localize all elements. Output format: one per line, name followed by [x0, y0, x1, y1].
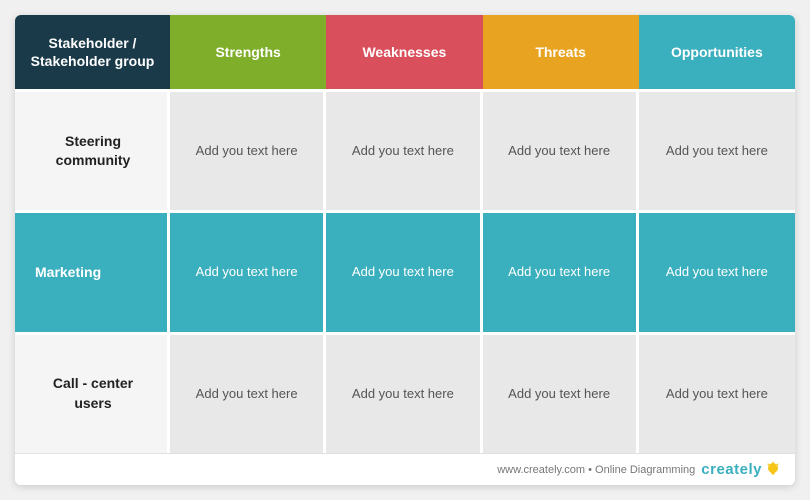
brand-logo: creately	[701, 461, 762, 478]
cell-marketing-weaknesses[interactable]: Add you text here	[326, 213, 482, 331]
cell-marketing-strengths[interactable]: Add you text here	[170, 213, 326, 331]
footer-tagline: www.creately.com • Online Diagramming	[497, 464, 695, 476]
row-label-marketing: Marketing	[15, 213, 170, 331]
data-rows: Steering community Add you text here Add…	[15, 89, 795, 453]
row-steering: Steering community Add you text here Add…	[15, 89, 795, 210]
footer: www.creately.com • Online Diagramming cr…	[15, 453, 795, 485]
cell-marketing-threats[interactable]: Add you text here	[483, 213, 639, 331]
header-row: Stakeholder / Stakeholder group Strength…	[15, 15, 795, 89]
header-opportunities: Opportunities	[639, 15, 795, 89]
row-marketing: Marketing Add you text here Add you text…	[15, 210, 795, 331]
cell-steering-strengths[interactable]: Add you text here	[170, 92, 326, 210]
row-label-steering: Steering community	[15, 92, 170, 210]
row-callcenter: Call - center users Add you text here Ad…	[15, 332, 795, 453]
cell-steering-opportunities[interactable]: Add you text here	[639, 92, 795, 210]
row-label-callcenter: Call - center users	[15, 335, 170, 453]
header-weaknesses: Weaknesses	[326, 15, 482, 89]
header-stakeholder: Stakeholder / Stakeholder group	[15, 15, 170, 89]
main-card: Stakeholder / Stakeholder group Strength…	[15, 15, 795, 485]
cell-callcenter-opportunities[interactable]: Add you text here	[639, 335, 795, 453]
cell-marketing-opportunities[interactable]: Add you text here	[639, 213, 795, 331]
cell-steering-weaknesses[interactable]: Add you text here	[326, 92, 482, 210]
header-threats: Threats	[483, 15, 639, 89]
cell-callcenter-weaknesses[interactable]: Add you text here	[326, 335, 482, 453]
bulb-icon	[765, 461, 781, 477]
header-strengths: Strengths	[170, 15, 326, 89]
table-wrapper: Stakeholder / Stakeholder group Strength…	[15, 15, 795, 453]
cell-callcenter-strengths[interactable]: Add you text here	[170, 335, 326, 453]
cell-callcenter-threats[interactable]: Add you text here	[483, 335, 639, 453]
cell-steering-threats[interactable]: Add you text here	[483, 92, 639, 210]
